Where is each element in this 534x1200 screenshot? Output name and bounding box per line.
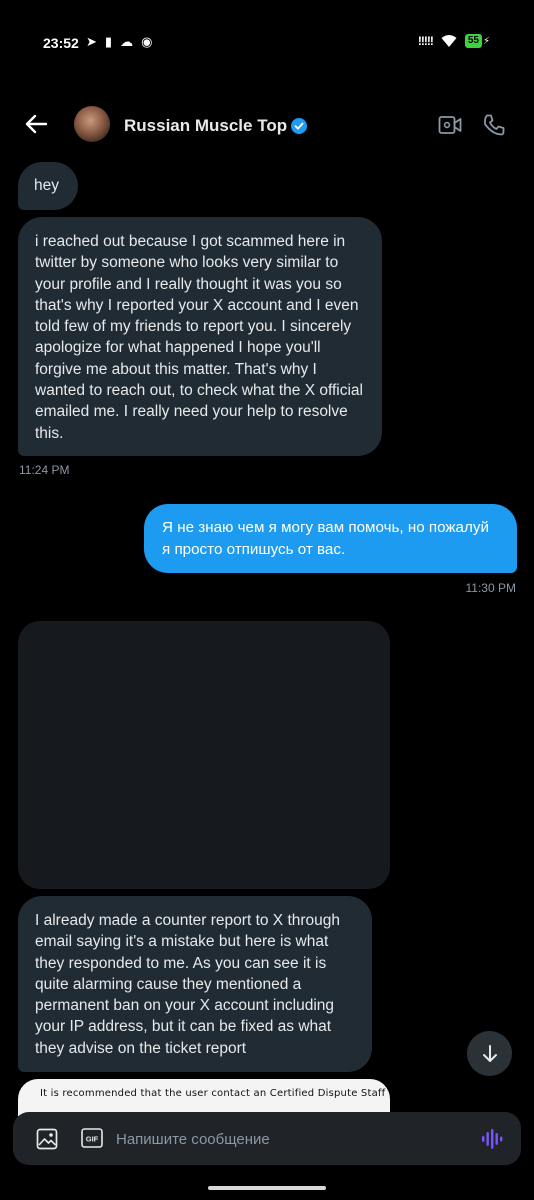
incoming-message[interactable]: I already made a counter report to X thr… <box>18 896 372 1072</box>
video-call-icon[interactable] <box>438 114 462 136</box>
outgoing-message[interactable]: Я не знаю чем я могу вам помочь, но пожа… <box>144 504 517 573</box>
message-timestamp: 11:30 PM <box>465 581 516 595</box>
verified-badge-icon <box>291 118 307 134</box>
gif-icon[interactable]: GIF <box>81 1128 103 1148</box>
incoming-message[interactable]: i reached out because I got scammed here… <box>18 217 382 456</box>
attachment-preview-text: It is recommended that the user contact … <box>40 1088 386 1099</box>
avatar[interactable] <box>74 106 110 142</box>
back-arrow-icon[interactable] <box>20 108 52 140</box>
home-indicator[interactable] <box>208 1186 326 1190</box>
message-timestamp: 11:24 PM <box>19 463 70 477</box>
wifi-icon <box>441 35 457 47</box>
media-attachment[interactable] <box>18 621 390 889</box>
gif-label: GIF <box>86 1135 99 1144</box>
message-composer: GIF <box>13 1112 521 1165</box>
battery-level: 55 <box>464 34 482 48</box>
image-icon[interactable] <box>36 1128 58 1150</box>
status-system-icons: !!!!! 55 ⚡ <box>418 34 490 48</box>
battery-saver-icon: ▮ <box>104 34 113 49</box>
battery-icon: 55 ⚡ <box>464 34 490 48</box>
message-input[interactable] <box>116 1125 456 1153</box>
contact-name[interactable]: Russian Muscle Top <box>124 116 287 136</box>
voice-message-icon[interactable] <box>480 1127 504 1151</box>
signal-icon: !!!!! <box>417 34 434 48</box>
arrow-down-icon <box>482 1044 497 1062</box>
telegram-icon: ➤ <box>86 34 97 49</box>
status-bar: 23:52 ➤ ▮ ☁ ◉ !!!!! 55 ⚡ <box>0 0 534 86</box>
charging-icon: ⚡ <box>482 35 490 47</box>
status-notification-icons: ➤ ▮ ☁ ◉ <box>86 34 152 50</box>
scroll-to-bottom-button[interactable] <box>467 1031 512 1076</box>
incoming-message[interactable]: hey <box>18 162 78 210</box>
conversation-header: Russian Muscle Top <box>0 96 534 154</box>
phone-call-icon[interactable] <box>482 113 506 137</box>
cloud-icon: ☁ <box>120 34 134 49</box>
app-notification-icon: ◉ <box>141 34 153 49</box>
status-time: 23:52 <box>43 35 79 51</box>
